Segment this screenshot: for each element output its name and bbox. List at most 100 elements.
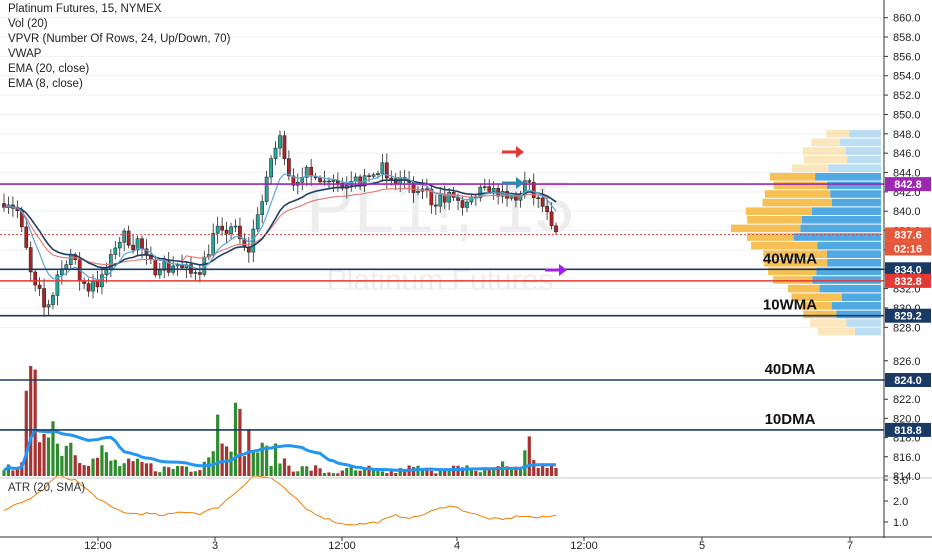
legend-ema20[interactable]: EMA (20, close)	[8, 62, 230, 77]
volume-bar[interactable]	[29, 366, 33, 476]
volume-bar[interactable]	[327, 472, 331, 476]
volume-bar[interactable]	[86, 465, 91, 476]
candle[interactable]	[331, 180, 336, 182]
volume-bar[interactable]	[282, 458, 287, 476]
candle[interactable]	[367, 175, 371, 177]
candle[interactable]	[322, 180, 327, 183]
candle[interactable]	[327, 180, 331, 183]
volume-bar[interactable]	[331, 473, 336, 476]
volume-bar[interactable]	[78, 462, 82, 476]
candle[interactable]	[438, 194, 443, 207]
volume-bar[interactable]	[536, 467, 540, 476]
volume-bar[interactable]	[438, 470, 442, 476]
volume-bar[interactable]	[309, 470, 313, 476]
candle[interactable]	[491, 187, 496, 192]
volume-bar[interactable]	[523, 450, 527, 476]
candle[interactable]	[545, 206, 549, 213]
candle[interactable]	[91, 280, 95, 292]
candle[interactable]	[309, 166, 314, 177]
volume-bar[interactable]	[278, 463, 282, 476]
candle[interactable]	[229, 226, 233, 234]
volume-bar[interactable]	[394, 472, 398, 476]
candle[interactable]	[95, 280, 100, 288]
volume-bar[interactable]	[380, 471, 384, 476]
candle[interactable]	[549, 211, 554, 227]
volume-bar[interactable]	[385, 473, 389, 476]
candle[interactable]	[527, 180, 532, 183]
volume-bar[interactable]	[403, 471, 407, 476]
candle[interactable]	[482, 186, 487, 188]
volume-bar[interactable]	[144, 463, 149, 476]
candle[interactable]	[393, 178, 398, 185]
volume-bar[interactable]	[69, 442, 73, 476]
legend-vwap[interactable]: VWAP	[8, 47, 230, 62]
volume-bar[interactable]	[492, 469, 496, 476]
volume-bar[interactable]	[541, 465, 545, 476]
candle[interactable]	[224, 229, 229, 234]
candle[interactable]	[273, 147, 278, 159]
candle[interactable]	[42, 288, 46, 308]
volume-bar[interactable]	[42, 433, 46, 476]
volume-bar[interactable]	[300, 466, 304, 476]
candle[interactable]	[264, 176, 269, 202]
volume-bar[interactable]	[322, 473, 327, 476]
volume-bar[interactable]	[545, 467, 549, 476]
candle[interactable]	[376, 173, 380, 175]
volume-bar[interactable]	[135, 458, 140, 476]
volume-bar[interactable]	[229, 451, 233, 476]
volume-bar[interactable]	[336, 473, 340, 476]
candle[interactable]	[260, 201, 265, 215]
candle[interactable]	[211, 232, 216, 255]
volume-bar[interactable]	[131, 461, 135, 476]
candle[interactable]	[122, 230, 127, 243]
legend-vpvr[interactable]: VPVR (Number Of Rows, 24, Up/Down, 70)	[8, 32, 230, 47]
volume-bar[interactable]	[91, 458, 95, 476]
volume-bar[interactable]	[55, 443, 60, 476]
candle[interactable]	[282, 135, 287, 159]
volume-bar[interactable]	[189, 471, 193, 476]
volume-bar[interactable]	[193, 471, 198, 476]
volume-bar[interactable]	[296, 471, 300, 476]
candle[interactable]	[215, 225, 220, 234]
volume-bar[interactable]	[11, 470, 15, 476]
candle[interactable]	[269, 158, 273, 178]
legend-ema8[interactable]: EMA (8, close)	[8, 77, 230, 92]
volume-bar[interactable]	[176, 466, 180, 476]
volume-bar[interactable]	[220, 443, 224, 476]
candle[interactable]	[153, 259, 158, 276]
atr-legend[interactable]: ATR (20, SMA)	[8, 482, 85, 494]
volume-bar[interactable]	[149, 463, 153, 476]
volume-bar[interactable]	[140, 461, 144, 476]
volume-bar[interactable]	[167, 467, 171, 476]
volume-bar[interactable]	[198, 470, 202, 476]
candle[interactable]	[86, 283, 91, 292]
chart-stage[interactable]: Platinum Futures, 15, NYMEX Vol (20) VPV…	[0, 0, 932, 552]
volume-bar[interactable]	[184, 466, 189, 476]
volume-bar[interactable]	[60, 455, 64, 476]
volume-bar[interactable]	[118, 466, 122, 476]
volume-bar[interactable]	[64, 445, 68, 476]
candle[interactable]	[68, 254, 73, 265]
volume-bar[interactable]	[269, 465, 273, 476]
candle[interactable]	[33, 271, 38, 286]
candle[interactable]	[255, 214, 260, 230]
legend-volume[interactable]: Vol (20)	[8, 17, 230, 32]
atr-line[interactable]	[3, 475, 557, 526]
volume-bar[interactable]	[180, 466, 184, 476]
candle[interactable]	[126, 230, 131, 246]
candle[interactable]	[220, 225, 224, 231]
candle[interactable]	[64, 264, 69, 269]
candle[interactable]	[51, 295, 55, 305]
candle[interactable]	[113, 247, 118, 255]
volume-bar[interactable]	[509, 469, 514, 476]
volume-bar[interactable]	[358, 470, 362, 476]
volume-bar[interactable]	[95, 457, 100, 476]
volume-bar[interactable]	[216, 414, 220, 476]
volume-bar[interactable]	[474, 470, 478, 476]
volume-bar[interactable]	[109, 460, 113, 476]
candle[interactable]	[140, 238, 144, 250]
candle[interactable]	[117, 241, 122, 249]
volume-bar[interactable]	[171, 469, 175, 476]
volume-bar[interactable]	[162, 466, 166, 476]
candle[interactable]	[233, 225, 238, 228]
